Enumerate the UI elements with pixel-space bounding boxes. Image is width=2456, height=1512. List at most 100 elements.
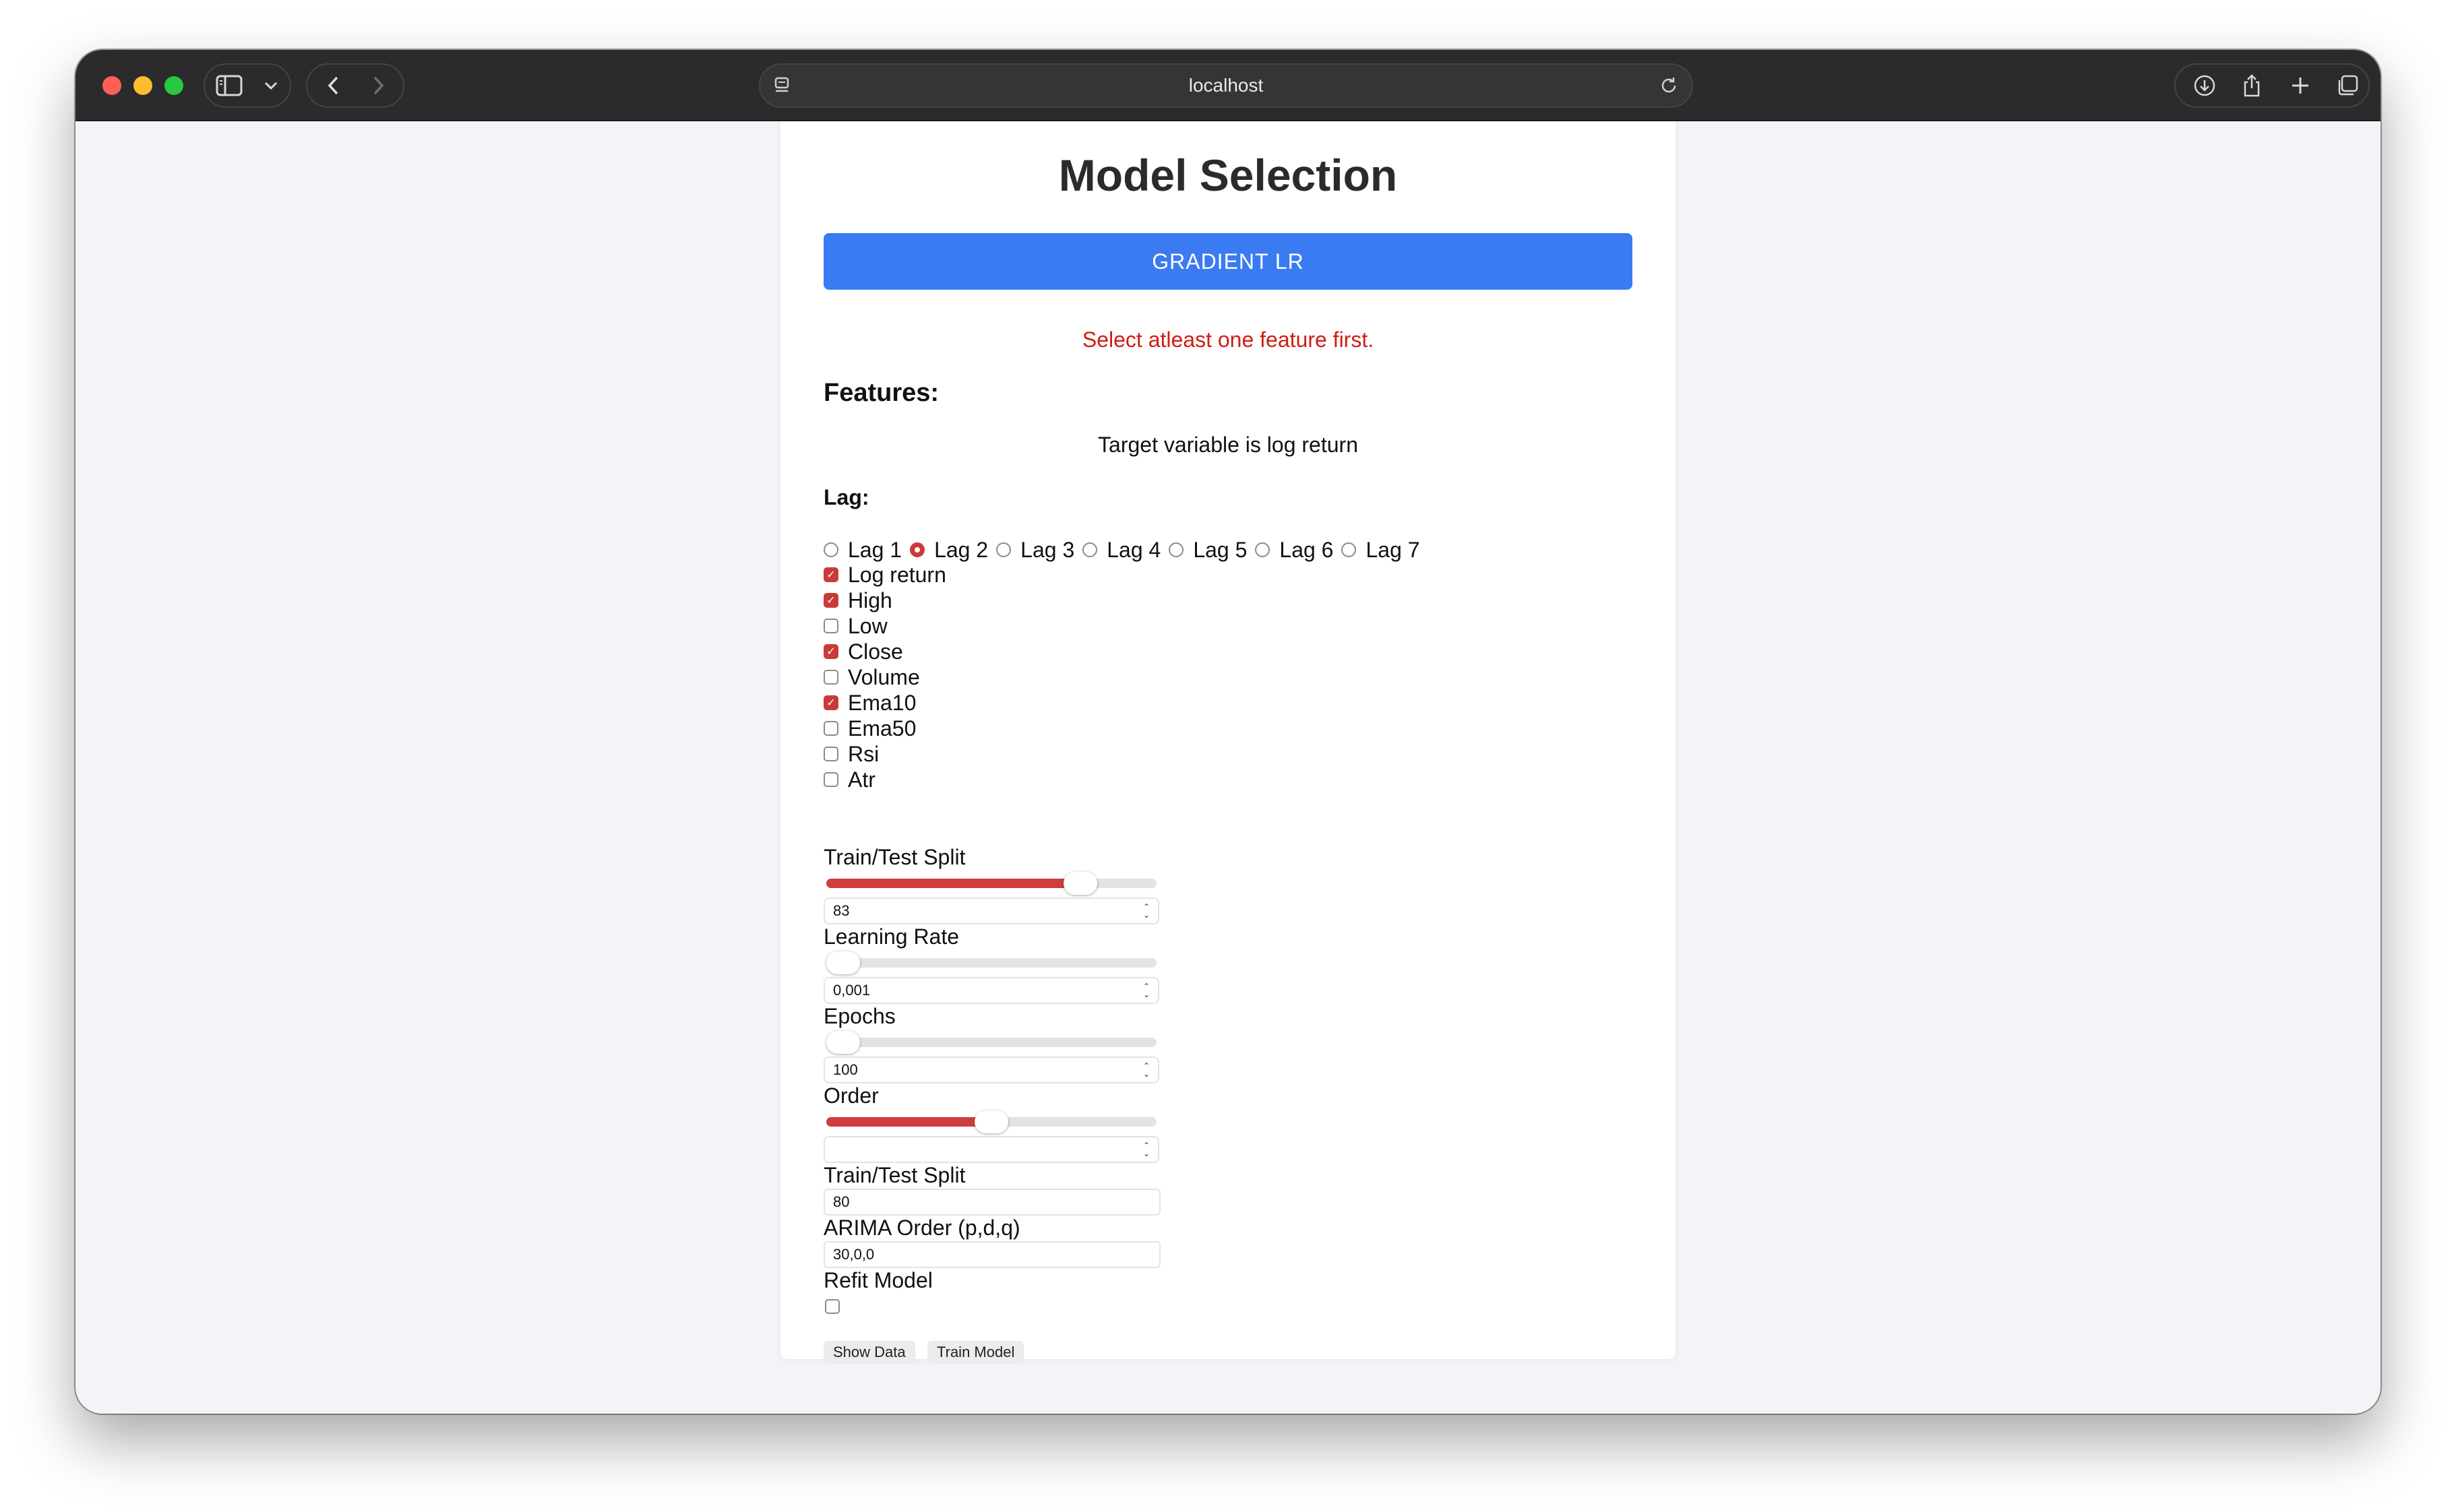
radio-button[interactable] xyxy=(996,542,1012,557)
url-text: localhost xyxy=(1188,75,1264,96)
address-bar[interactable]: localhost xyxy=(759,63,1693,108)
lag-option[interactable]: Lag 7 xyxy=(1341,537,1420,563)
reload-icon[interactable] xyxy=(1655,65,1682,106)
arima-split-label: Train/Test Split xyxy=(824,1163,966,1187)
lag-label: Lag 6 xyxy=(1279,537,1334,562)
stepper-arrows-icon[interactable]: ⌃ ⌄ xyxy=(1142,1140,1151,1159)
maximize-window-button[interactable] xyxy=(164,76,183,95)
radio-button[interactable] xyxy=(1255,542,1270,557)
refit-model-label: Refit Model xyxy=(824,1268,933,1292)
lag-option[interactable]: Lag 4 xyxy=(1082,538,1161,563)
arima-order-input[interactable]: 30,0,0 xyxy=(824,1241,1161,1268)
feature-label: Close xyxy=(848,639,903,664)
browser-window: localhost Model Selection GRADIENT LR Se… xyxy=(75,50,2381,1414)
sidebar-toggle-group[interactable] xyxy=(204,63,291,108)
checkbox[interactable] xyxy=(824,593,838,608)
train-test-split-slider[interactable] xyxy=(826,872,1157,895)
lag-heading: Lag: xyxy=(824,485,869,509)
lag-option[interactable]: Lag 1 xyxy=(824,538,902,563)
train-test-split-label: Train/Test Split xyxy=(824,845,966,869)
model-selection-card: Model Selection GRADIENT LR Select atlea… xyxy=(780,121,1676,1364)
features-heading: Features: xyxy=(824,379,940,407)
learning-rate-slider[interactable] xyxy=(826,951,1157,974)
lag-label: Lag 4 xyxy=(1107,537,1161,562)
new-tab-icon[interactable] xyxy=(2283,65,2317,106)
slider-knob[interactable] xyxy=(826,1031,860,1054)
share-icon[interactable] xyxy=(2235,65,2269,106)
feature-option[interactable]: Atr xyxy=(824,767,946,792)
slider-knob[interactable] xyxy=(826,951,860,974)
feature-label: Log return xyxy=(848,562,946,587)
feature-option[interactable]: Rsi xyxy=(824,741,946,767)
checkbox[interactable] xyxy=(824,721,838,736)
model-select-button[interactable]: GRADIENT LR xyxy=(824,233,1632,290)
checkbox[interactable] xyxy=(824,670,838,685)
lag-option[interactable]: Lag 3 xyxy=(996,538,1074,563)
order-stepper[interactable]: ⌃ ⌄ xyxy=(824,1136,1159,1163)
slider-knob[interactable] xyxy=(975,1110,1008,1133)
slider-fill xyxy=(826,879,1080,888)
feature-label: Rsi xyxy=(848,741,880,766)
checkbox[interactable] xyxy=(824,567,838,582)
feature-label: Atr xyxy=(848,767,876,792)
checkbox[interactable] xyxy=(824,644,838,659)
epochs-slider[interactable] xyxy=(826,1031,1157,1054)
stepper-arrows-icon[interactable]: ⌃ ⌄ xyxy=(1142,1061,1151,1079)
lag-label: Lag 2 xyxy=(934,537,989,562)
stepper-value: 0,001 xyxy=(833,982,871,999)
lag-label: Lag 7 xyxy=(1365,537,1420,562)
close-window-button[interactable] xyxy=(102,76,121,95)
train-model-button[interactable]: Train Model xyxy=(927,1341,1024,1364)
train-test-split-stepper[interactable]: 83 ⌃ ⌄ xyxy=(824,897,1159,924)
arima-split-input[interactable]: 80 xyxy=(824,1189,1161,1216)
browser-toolbar: localhost xyxy=(75,50,2381,121)
radio-button[interactable] xyxy=(1169,542,1184,557)
lag-label: Lag 3 xyxy=(1020,537,1075,562)
feature-option[interactable]: Log return xyxy=(824,562,946,588)
checkbox[interactable] xyxy=(824,695,838,710)
download-icon[interactable] xyxy=(2188,65,2221,106)
feature-option[interactable]: Close xyxy=(824,639,946,664)
learning-rate-label: Learning Rate xyxy=(824,924,960,949)
page-viewport: Model Selection GRADIENT LR Select atlea… xyxy=(75,121,2381,1414)
lag-radio-group: Lag 1 Lag 2 Lag 3 Lag 4 Lag 5 Lag 6 Lag … xyxy=(824,536,1428,563)
radio-button[interactable] xyxy=(1341,542,1357,557)
feature-option[interactable]: Ema10 xyxy=(824,690,946,716)
checkbox[interactable] xyxy=(824,619,838,633)
lag-option[interactable]: Lag 6 xyxy=(1255,538,1333,563)
show-data-button[interactable]: Show Data xyxy=(824,1341,915,1364)
arima-order-label: ARIMA Order (p,d,q) xyxy=(824,1216,1020,1240)
checkbox[interactable] xyxy=(824,772,838,787)
stepper-arrows-icon[interactable]: ⌃ ⌄ xyxy=(1142,902,1151,920)
radio-button[interactable] xyxy=(910,542,925,557)
feature-option[interactable]: Ema50 xyxy=(824,716,946,741)
learning-rate-stepper[interactable]: 0,001 ⌃ ⌄ xyxy=(824,977,1159,1004)
epochs-stepper[interactable]: 100 ⌃ ⌄ xyxy=(824,1057,1159,1083)
back-icon[interactable] xyxy=(317,65,350,106)
refit-model-checkbox[interactable] xyxy=(825,1299,840,1314)
feature-option[interactable]: High xyxy=(824,588,946,613)
lag-label: Lag 5 xyxy=(1193,537,1248,562)
browser-actions-group xyxy=(2174,63,2370,108)
order-slider[interactable] xyxy=(826,1110,1157,1133)
radio-button[interactable] xyxy=(1082,542,1098,557)
checkbox[interactable] xyxy=(824,747,838,761)
target-variable-text: Target variable is log return xyxy=(1098,433,1358,457)
stepper-value: 100 xyxy=(833,1061,858,1078)
feature-label: High xyxy=(848,588,892,612)
chevron-down-icon[interactable] xyxy=(257,65,284,106)
feature-option[interactable]: Low xyxy=(824,613,946,639)
sidebar-icon[interactable] xyxy=(214,65,244,106)
lag-option[interactable]: Lag 5 xyxy=(1169,538,1247,563)
slider-knob[interactable] xyxy=(1064,872,1097,895)
lag-label: Lag 1 xyxy=(848,537,902,562)
feature-option[interactable]: Volume xyxy=(824,664,946,690)
lag-option[interactable]: Lag 2 xyxy=(910,538,988,563)
feature-label: Ema10 xyxy=(848,690,917,715)
stepper-arrows-icon[interactable]: ⌃ ⌄ xyxy=(1142,981,1151,1000)
forward-icon[interactable] xyxy=(361,65,395,106)
minimize-window-button[interactable] xyxy=(133,76,152,95)
tab-overview-icon[interactable] xyxy=(2331,65,2364,106)
radio-button[interactable] xyxy=(824,542,838,557)
feature-label: Ema50 xyxy=(848,716,917,741)
